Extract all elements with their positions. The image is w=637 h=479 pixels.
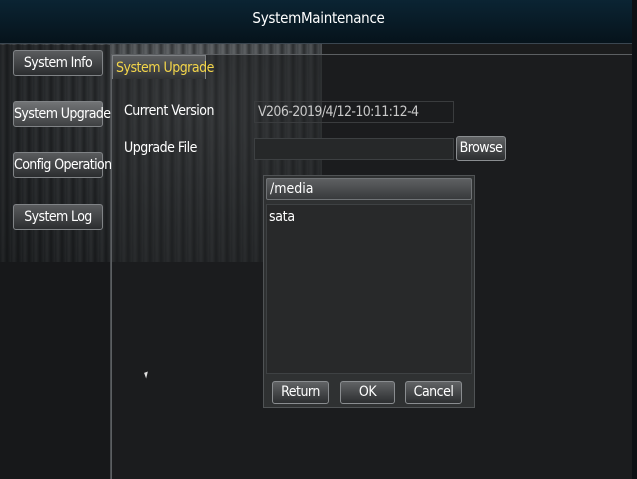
title-bar: SystemMaintenance	[0, 0, 637, 44]
current-version-value: V206-2019/4/12-10:11:12-4	[254, 101, 454, 123]
file-list[interactable]: sata	[266, 204, 472, 374]
tab-system-upgrade[interactable]: System Upgrade	[112, 55, 214, 79]
current-version-label: Current Version	[124, 103, 214, 119]
upgrade-file-label: Upgrade File	[124, 140, 197, 156]
ok-button[interactable]: OK	[340, 381, 395, 404]
sidebar-item-system-upgrade[interactable]: System Upgrade	[13, 101, 111, 127]
return-button[interactable]: Return	[272, 381, 329, 404]
sidebar-item-system-log[interactable]: System Log	[13, 204, 103, 230]
upgrade-file-field[interactable]	[254, 138, 454, 160]
file-browser-dialog: /media sata	[263, 175, 475, 408]
window-title: SystemMaintenance	[252, 9, 385, 27]
file-list-item-sata[interactable]: sata	[269, 209, 295, 225]
cancel-button[interactable]: Cancel	[405, 381, 462, 404]
sidebar-item-system-info[interactable]: System Info	[13, 50, 103, 76]
browse-button[interactable]: Browse	[456, 136, 506, 161]
current-path: /media	[266, 178, 472, 200]
screen-edge	[632, 0, 637, 479]
sidebar-item-config-operation[interactable]: Config Operation	[13, 152, 112, 178]
